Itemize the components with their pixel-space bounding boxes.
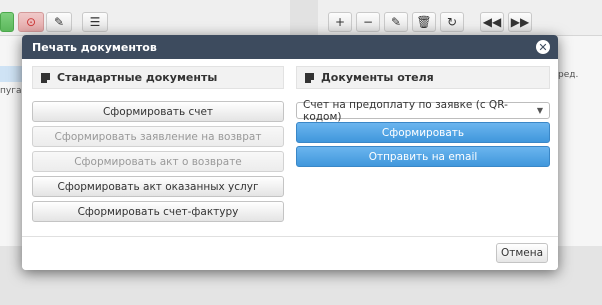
standard-documents-header: Стандартные документы (32, 66, 284, 89)
list-icon: ☰ (82, 12, 108, 32)
hotel-document-select-value: Счет на предоплату по заявке (с QR-кодом… (303, 98, 508, 123)
pencil-icon: ✎ (384, 12, 408, 32)
dialog-title: Печать документов (32, 40, 157, 54)
plus-icon: + (328, 12, 352, 32)
hotel-documents-title: Документы отеля (321, 71, 434, 84)
add-icon (0, 12, 14, 32)
edit-icon: ✎ (46, 12, 72, 32)
generate-vat-invoice-button[interactable]: Сформировать счет-фактуру (32, 201, 284, 222)
hotel-documents-section: Документы отеля Счет на предоплату по за… (296, 66, 550, 170)
generate-refund-application-button[interactable]: Сформировать заявление на возврат (32, 126, 284, 147)
send-email-button[interactable]: Отправить на email (296, 146, 550, 167)
next-icon: ▶▶ (508, 12, 532, 32)
prev-icon: ◀◀ (480, 12, 504, 32)
standard-documents-title: Стандартные документы (57, 71, 218, 84)
generate-hotel-document-button[interactable]: Сформировать (296, 122, 550, 143)
background-left-text: пугай (0, 86, 24, 96)
cancel-button[interactable]: Отмена (496, 243, 548, 263)
background-right-toolbar: + − ✎ 🗑 ↻ ◀◀ ▶▶ (318, 0, 602, 36)
hotel-documents-header: Документы отеля (296, 66, 550, 89)
generate-invoice-button[interactable]: Сформировать счет (32, 101, 284, 122)
minus-icon: − (356, 12, 380, 32)
background-right-panel (555, 36, 602, 246)
generate-services-act-button[interactable]: Сформировать акт оказанных услуг (32, 176, 284, 197)
refresh-icon: ↻ (440, 12, 464, 32)
background-selected-row (0, 66, 24, 82)
background-separator (290, 0, 318, 40)
document-icon (41, 72, 50, 83)
close-icon[interactable]: ✕ (536, 40, 550, 54)
print-documents-dialog: Печать документов ✕ Стандартные документ… (22, 35, 558, 270)
standard-documents-section: Стандартные документы Сформировать счет … (32, 66, 284, 226)
trash-icon: 🗑 (412, 12, 436, 32)
history-icon: ⊙ (18, 12, 44, 32)
dialog-footer: Отмена (22, 236, 558, 270)
background-left-toolbar: ⊙ ✎ ☰ (0, 0, 290, 36)
hotel-document-select[interactable]: Счет на предоплату по заявке (с QR-кодом… (296, 99, 550, 123)
generate-refund-act-button[interactable]: Сформировать акт о возврате (32, 151, 284, 172)
document-icon (305, 72, 314, 83)
chevron-down-icon: ▼ (536, 106, 543, 115)
dialog-header: Печать документов ✕ (22, 35, 558, 59)
background-right-text: ред. (558, 70, 579, 80)
